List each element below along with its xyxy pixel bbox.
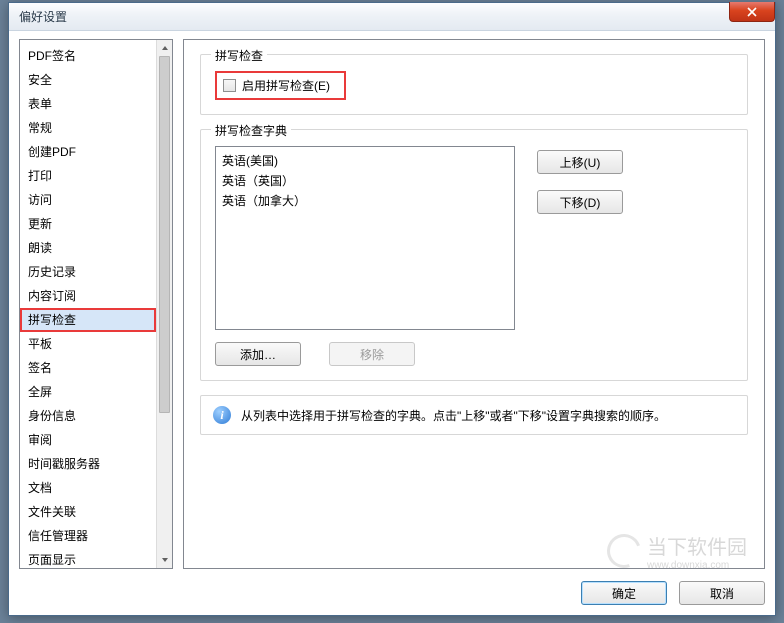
sidebar-item[interactable]: 安全 [20, 68, 156, 92]
scroll-thumb[interactable] [159, 56, 170, 413]
window-title: 偏好设置 [19, 8, 67, 25]
sidebar-item[interactable]: 历史记录 [20, 260, 156, 284]
sidebar-item[interactable]: 全屏 [20, 380, 156, 404]
sidebar-item[interactable]: 拼写检查 [20, 308, 156, 332]
sidebar-item[interactable]: 时间戳服务器 [20, 452, 156, 476]
dictionary-legend: 拼写检查字典 [211, 122, 291, 139]
sidebar-item[interactable]: 表单 [20, 92, 156, 116]
enable-spellcheck-row[interactable]: 启用拼写检查(E) [215, 71, 346, 100]
scroll-up-button[interactable] [157, 40, 172, 56]
sidebar-item[interactable]: 平板 [20, 332, 156, 356]
sidebar-item[interactable]: PDF签名 [20, 44, 156, 68]
ok-button[interactable]: 确定 [581, 581, 667, 605]
sidebar-item[interactable]: 常规 [20, 116, 156, 140]
add-dictionary-button[interactable]: 添加… [215, 342, 301, 366]
spellcheck-legend: 拼写检查 [211, 47, 267, 64]
scroll-down-button[interactable] [157, 552, 172, 568]
dialog-footer: 确定 取消 [581, 581, 765, 605]
dictionary-item[interactable]: 英语（英国） [222, 171, 508, 191]
sidebar-item[interactable]: 创建PDF [20, 140, 156, 164]
category-sidebar: PDF签名安全表单常规创建PDF打印访问更新朗读历史记录内容订阅拼写检查平板签名… [19, 39, 173, 569]
sidebar-item[interactable]: 内容订阅 [20, 284, 156, 308]
dictionary-group: 拼写检查字典 英语(美国)英语（英国）英语（加拿大） 上移(U) 下移(D) 添… [200, 129, 748, 381]
sidebar-item[interactable]: 文件关联 [20, 500, 156, 524]
close-button[interactable] [729, 2, 775, 22]
cancel-button[interactable]: 取消 [679, 581, 765, 605]
preferences-dialog: 偏好设置 PDF签名安全表单常规创建PDF打印访问更新朗读历史记录内容订阅拼写检… [8, 2, 776, 616]
scroll-track[interactable] [157, 56, 172, 552]
dictionary-item[interactable]: 英语（加拿大） [222, 191, 508, 211]
sidebar-item[interactable]: 文档 [20, 476, 156, 500]
enable-spellcheck-checkbox[interactable] [223, 79, 236, 92]
dictionary-listbox[interactable]: 英语(美国)英语（英国）英语（加拿大） [215, 146, 515, 330]
move-up-button[interactable]: 上移(U) [537, 150, 623, 174]
sidebar-item[interactable]: 审阅 [20, 428, 156, 452]
sidebar-item[interactable]: 访问 [20, 188, 156, 212]
info-icon: i [213, 406, 231, 424]
sidebar-item[interactable]: 更新 [20, 212, 156, 236]
remove-dictionary-button: 移除 [329, 342, 415, 366]
sidebar-item[interactable]: 页面显示 [20, 548, 156, 568]
settings-panel: 拼写检查 启用拼写检查(E) 拼写检查字典 英语(美国)英语（英国）英语（加拿大… [183, 39, 765, 569]
close-icon [747, 7, 757, 17]
info-text: 从列表中选择用于拼写检查的字典。点击"上移"或者"下移"设置字典搜索的顺序。 [241, 407, 666, 424]
dictionary-item[interactable]: 英语(美国) [222, 151, 508, 171]
sidebar-item[interactable]: 信任管理器 [20, 524, 156, 548]
sidebar-item[interactable]: 朗读 [20, 236, 156, 260]
move-down-button[interactable]: 下移(D) [537, 190, 623, 214]
sidebar-item[interactable]: 签名 [20, 356, 156, 380]
info-box: i 从列表中选择用于拼写检查的字典。点击"上移"或者"下移"设置字典搜索的顺序。 [200, 395, 748, 435]
sidebar-item[interactable]: 打印 [20, 164, 156, 188]
titlebar: 偏好设置 [9, 3, 775, 31]
sidebar-scrollbar[interactable] [156, 40, 172, 568]
enable-spellcheck-label: 启用拼写检查(E) [242, 77, 330, 94]
sidebar-item[interactable]: 身份信息 [20, 404, 156, 428]
spellcheck-group: 拼写检查 启用拼写检查(E) [200, 54, 748, 115]
